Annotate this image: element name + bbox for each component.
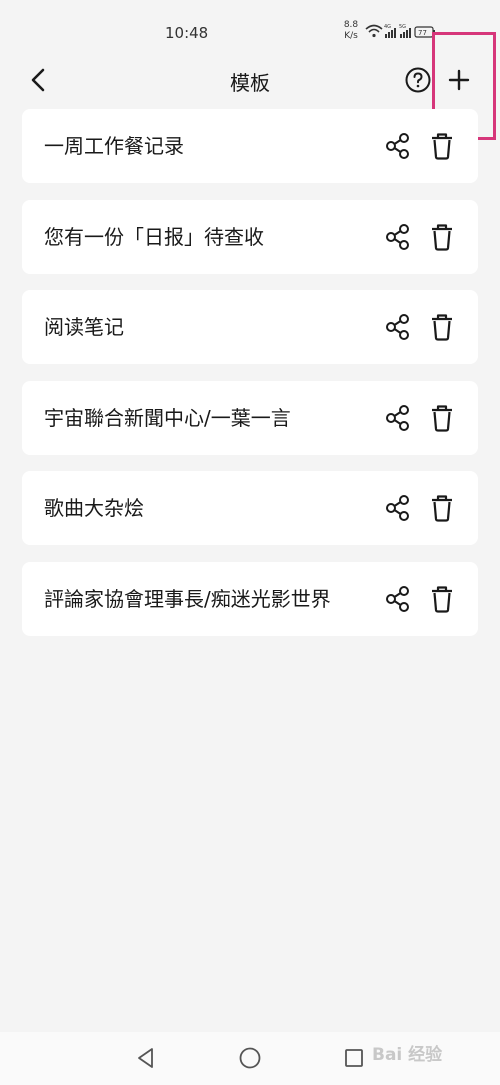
template-card[interactable]: 一周工作餐记录	[22, 109, 478, 183]
wifi-icon	[365, 24, 383, 38]
share-icon[interactable]	[384, 313, 412, 341]
share-icon[interactable]	[384, 404, 412, 432]
template-list: 一周工作餐记录 您有一份「日报」待查收 阅读笔记 宇宙聯合新聞中心/一葉一言 歌…	[22, 109, 478, 652]
trash-icon[interactable]	[428, 222, 456, 252]
trash-icon[interactable]	[428, 131, 456, 161]
back-icon[interactable]	[24, 65, 54, 95]
help-icon[interactable]	[404, 66, 432, 94]
template-card[interactable]: 阅读笔记	[22, 290, 478, 364]
network-speed: 8.8 K/s	[340, 20, 362, 42]
share-icon[interactable]	[384, 223, 412, 251]
network-speed-unit: K/s	[344, 31, 358, 41]
cellular-signal-icon-2: 5G	[399, 24, 411, 38]
trash-icon[interactable]	[428, 312, 456, 342]
status-time: 10:48	[165, 24, 209, 42]
template-title: 阅读笔记	[44, 315, 124, 339]
cellular-signal-icon: 4G	[384, 24, 396, 38]
template-card[interactable]: 歌曲大杂烩	[22, 471, 478, 545]
nav-back-icon[interactable]	[134, 1046, 158, 1070]
nav-home-icon[interactable]	[238, 1046, 262, 1070]
battery-level: 77	[418, 29, 427, 37]
network-speed-value: 8.8	[343, 20, 359, 30]
template-card[interactable]: 宇宙聯合新聞中心/一葉一言	[22, 380, 478, 455]
trash-icon[interactable]	[428, 493, 456, 523]
template-title: 您有一份「日报」待查收	[44, 224, 264, 249]
status-icons: 4G 5G 77	[365, 24, 435, 38]
network-label-5g: 5G	[399, 24, 406, 30]
template-title: 歌曲大杂烩	[44, 496, 144, 520]
template-card[interactable]: 評論家協會理事長/痴迷光影世界	[22, 561, 478, 636]
network-label-4g: 4G	[384, 24, 391, 30]
share-icon[interactable]	[384, 494, 412, 522]
template-title: 宇宙聯合新聞中心/一葉一言	[44, 405, 291, 430]
template-title: 評論家協會理事長/痴迷光影世界	[44, 586, 331, 611]
battery-icon: 77	[414, 26, 435, 38]
add-template-button[interactable]	[444, 65, 474, 95]
status-bar: 10:48 8.8 K/s 4G 5G 77	[0, 0, 500, 60]
trash-icon[interactable]	[428, 584, 456, 614]
trash-icon[interactable]	[428, 403, 456, 433]
share-icon[interactable]	[384, 585, 412, 613]
app-header: 模板	[0, 55, 500, 105]
system-nav-bar	[0, 1032, 500, 1085]
share-icon[interactable]	[384, 132, 412, 160]
template-title: 一周工作餐记录	[44, 134, 184, 158]
template-card[interactable]: 您有一份「日报」待查收	[22, 199, 478, 274]
nav-recent-icon[interactable]	[342, 1046, 366, 1070]
